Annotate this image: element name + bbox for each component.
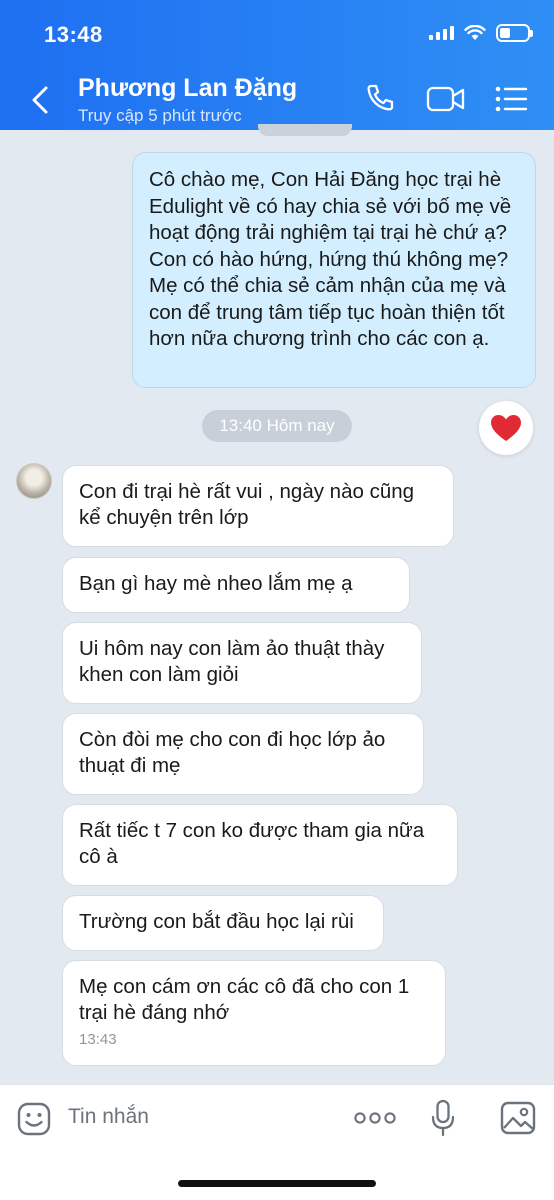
- home-indicator: [178, 1180, 376, 1187]
- received-message[interactable]: Còn đòi mẹ cho con đi học lớp ảo thuạt đ…: [62, 713, 424, 795]
- received-message[interactable]: Rất tiếc t 7 con ko được tham gia nữa cô…: [62, 804, 458, 886]
- received-message[interactable]: Mẹ con cám ơn các cô đã cho con 1 trại h…: [62, 960, 446, 1066]
- message-text: Mẹ con cám ơn các cô đã cho con 1 trại h…: [79, 975, 410, 1024]
- image-icon[interactable]: [500, 1101, 536, 1135]
- battery-icon: [496, 24, 533, 42]
- message-time: 13:43: [79, 1031, 117, 1048]
- reaction-button[interactable]: [479, 401, 533, 455]
- phone-icon[interactable]: [364, 82, 396, 114]
- received-message[interactable]: Trường con bắt đầu học lại rùi: [62, 895, 384, 951]
- message-text: Bạn gì hay mè nheo lắm mẹ ạ: [79, 572, 353, 595]
- date-separator: 13:40 Hôm nay: [202, 410, 352, 442]
- message-text: Ui hôm nay con làm ảo thuật thày khen co…: [79, 637, 385, 686]
- wifi-icon: [464, 25, 486, 40]
- message-text: Cô chào mẹ, Con Hải Đăng học trại hè Edu…: [149, 168, 512, 350]
- sticker-icon[interactable]: [16, 1101, 52, 1137]
- message-text: Con đi trại hè rất vui , ngày nào cũng k…: [79, 480, 415, 529]
- message-input[interactable]: Tin nhắn: [68, 1105, 149, 1129]
- received-message[interactable]: Ui hôm nay con làm ảo thuật thày khen co…: [62, 622, 422, 704]
- back-icon[interactable]: [26, 84, 54, 116]
- sent-message[interactable]: Cô chào mẹ, Con Hải Đăng học trại hè Edu…: [132, 152, 536, 388]
- status-time: 13:48: [44, 22, 103, 47]
- chat-header: 13:48 Phương Lan Đặng Truy cập 5 phút tr…: [0, 0, 554, 130]
- more-options-icon[interactable]: [354, 1109, 396, 1127]
- message-text: Còn đòi mẹ cho con đi học lớp ảo thuạt đ…: [79, 728, 386, 777]
- cellular-signal-icon: [429, 26, 454, 40]
- received-message[interactable]: Bạn gì hay mè nheo lắm mẹ ạ: [62, 557, 410, 613]
- contact-avatar[interactable]: [16, 463, 52, 499]
- received-message[interactable]: Con đi trại hè rất vui , ngày nào cũng k…: [62, 465, 454, 547]
- heart-icon: [491, 415, 521, 441]
- previous-date-pill: [258, 124, 352, 136]
- microphone-icon[interactable]: [430, 1099, 456, 1137]
- message-text: Rất tiếc t 7 con ko được tham gia nữa cô…: [79, 819, 425, 868]
- status-icons: [429, 24, 533, 42]
- contact-name[interactable]: Phương Lan Đặng: [78, 74, 297, 103]
- message-text: Trường con bắt đầu học lại rùi: [79, 910, 354, 933]
- menu-icon[interactable]: [494, 84, 528, 114]
- video-call-icon[interactable]: [426, 84, 466, 114]
- contact-last-seen: Truy cập 5 phút trước: [78, 106, 242, 125]
